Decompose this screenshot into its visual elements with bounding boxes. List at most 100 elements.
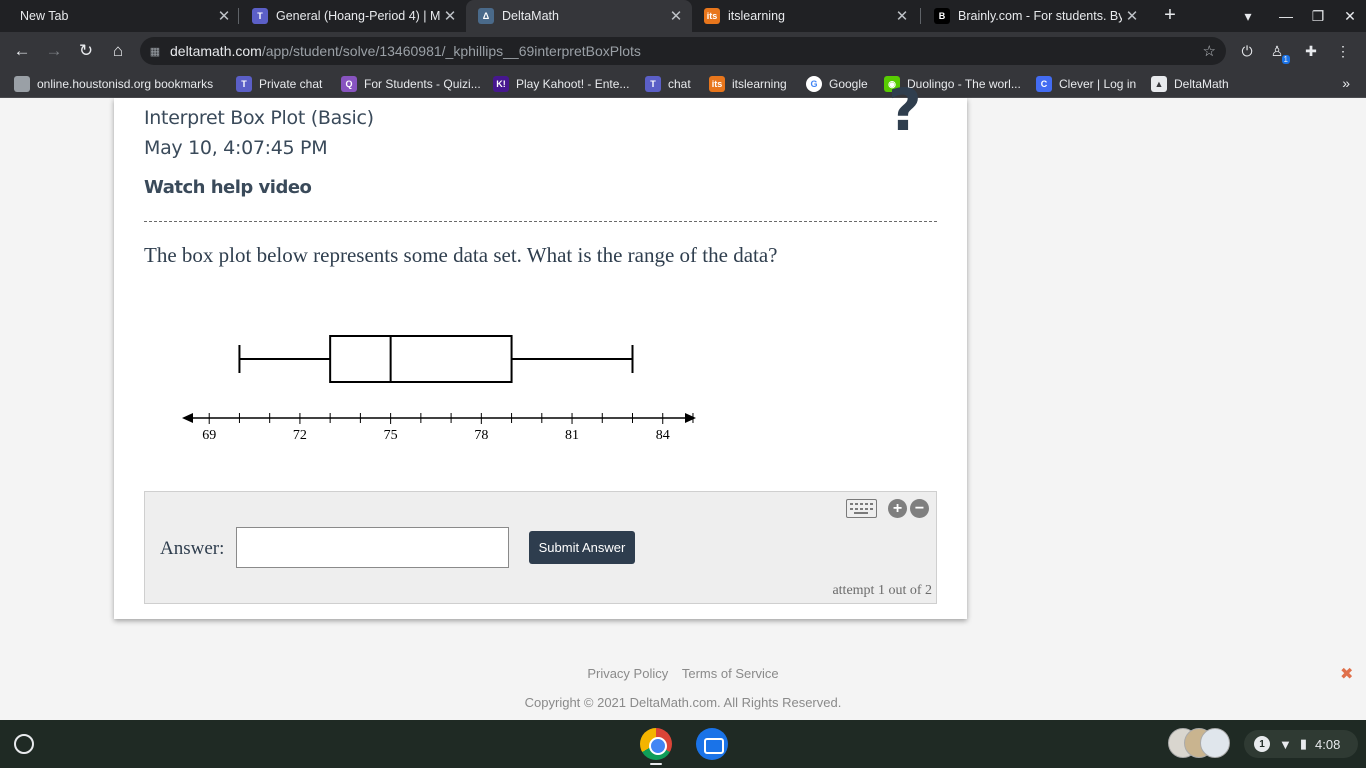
watch-help-video-link[interactable]: Watch help video [144,177,312,198]
url-host: deltamath.com [170,43,262,59]
bookmark-star-icon[interactable]: ☆ [1203,42,1216,60]
answer-input[interactable] [236,527,509,568]
help-question-mark-icon[interactable]: ? [888,76,922,144]
google-icon: G [806,76,822,92]
extensions-puzzle-icon[interactable]: ✚ [1300,40,1322,62]
back-icon[interactable]: ← [8,37,36,65]
menu-kebab-icon[interactable]: ⋮ [1332,40,1354,62]
close-tab-icon[interactable]: ✕ [214,7,234,25]
tick-label: 78 [474,428,488,443]
answer-label: Answer: [160,538,225,559]
zoom-out-icon[interactable]: − [910,499,929,518]
bookmark-item[interactable]: Tchat [645,75,691,93]
reload-icon[interactable]: ↻ [72,37,100,65]
bookmark-label: online.houstonisd.org bookmarks [37,77,214,91]
problem-timestamp: May 10, 4:07:45 PM [144,137,328,159]
question-text: The box plot below represents some data … [144,243,778,267]
camera-app-icon[interactable] [696,728,728,760]
answer-panel: + − Answer: Submit Answer attempt 1 out … [144,491,937,604]
launcher-icon[interactable] [14,734,34,754]
folder-icon [14,76,30,92]
tab-title: itslearning [728,9,785,23]
deltamath-icon: Δ [478,8,494,24]
bookmark-item[interactable]: ▲ DeltaMath [1151,75,1229,93]
chrome-app-icon[interactable] [640,728,672,760]
restore-icon[interactable]: ❐ [1302,0,1334,32]
problem-card: Interpret Box Plot (Basic) May 10, 4:07:… [114,76,967,619]
tick-label: 84 [656,428,670,443]
bookmark-label: itslearning [732,77,787,91]
teams-icon: T [236,76,252,92]
close-tab-icon[interactable]: ✕ [666,7,686,25]
bookmark-label: chat [668,77,691,91]
extension-badge: 1 [1281,55,1290,64]
close-tab-icon[interactable]: ✕ [892,7,912,25]
notification-count: 1 [1254,736,1270,752]
tab-itslearning[interactable]: its itslearning ✕ [692,0,918,32]
tab-title: General (Hoang-Period 4) | Mic [276,9,440,23]
bookmark-item[interactable]: Q For Students - Quizi... [341,75,481,93]
close-footer-icon[interactable]: ✖ [1340,664,1353,684]
tick-label: 69 [202,428,216,443]
status-tray[interactable]: 1 ▼ ▮ 4:08 [1244,730,1358,758]
running-indicator [650,763,662,765]
bookmark-label: Duolingo - The worl... [907,77,1021,91]
address-bar[interactable]: ▦ deltamath.com/app/student/solve/134609… [140,37,1226,65]
close-tab-icon[interactable]: ✕ [1122,7,1142,25]
bookmark-item[interactable]: T Private chat [236,75,322,93]
system-shelf: 1 ▼ ▮ 4:08 [0,720,1366,768]
itslearning-icon: its [704,8,720,24]
problem-title: Interpret Box Plot (Basic) [144,107,374,129]
tab-title: DeltaMath [502,9,559,23]
page-content: Interpret Box Plot (Basic) May 10, 4:07:… [0,76,1366,720]
bookmark-label: For Students - Quizi... [364,77,481,91]
submit-answer-button[interactable]: Submit Answer [529,531,635,564]
bookmark-label: Google [829,77,868,91]
bookmark-item[interactable]: online.houstonisd.org bookmarks [14,75,213,93]
forward-icon[interactable]: → [40,37,68,65]
number-line-right-arrow [685,413,696,423]
close-tab-icon[interactable]: ✕ [440,7,460,25]
deltamath-icon: ▲ [1151,76,1167,92]
teams-icon: T [645,76,661,92]
quizizz-icon: Q [341,76,357,92]
site-info-icon[interactable]: ▦ [140,45,170,58]
divider [144,221,937,222]
browser-toolbar: ← → ↻ ⌂ ▦ deltamath.com/app/student/solv… [0,32,1366,70]
number-line-left-arrow [182,413,193,423]
terms-of-service-link[interactable]: Terms of Service [682,666,779,681]
bookmarks-overflow-icon[interactable]: » [1342,75,1350,91]
minimize-icon[interactable]: — [1270,0,1302,32]
tick-label: 81 [565,428,579,443]
bookmarks-bar: online.houstonisd.org bookmarks T Private… [0,70,1366,98]
keyboard-icon[interactable] [846,499,877,518]
tick-label: 72 [293,428,307,443]
close-window-icon[interactable]: ✕ [1334,0,1366,32]
bookmark-item[interactable]: G Google [806,75,868,93]
bookmark-item[interactable]: its itslearning [709,75,787,93]
bookmark-item[interactable]: K! Play Kahoot! - Ente... [493,75,629,93]
teams-icon: T [252,8,268,24]
tab-brainly[interactable]: B Brainly.com - For students. By ✕ [922,0,1148,32]
holding-space-thumbnail[interactable] [1200,728,1230,758]
zoom-in-icon[interactable]: + [888,499,907,518]
bookmark-label: DeltaMath [1174,77,1229,91]
bookmark-item[interactable]: C Clever | Log in [1036,75,1136,93]
tab-deltamath[interactable]: Δ DeltaMath ✕ [466,0,692,32]
tab-new-tab[interactable]: New Tab ✕ [8,0,240,32]
new-tab-button[interactable]: + [1158,4,1182,28]
privacy-policy-link[interactable]: Privacy Policy [587,666,668,681]
attempt-counter: attempt 1 out of 2 [832,583,932,598]
bookmark-label: Clever | Log in [1059,77,1137,91]
home-icon[interactable]: ⌂ [104,37,132,65]
power-extension-icon[interactable]: ⏻ [1236,40,1258,62]
extension-icon[interactable]: ♙ 1 [1266,40,1290,64]
url-path: /app/student/solve/13460981/_kphillips__… [261,43,641,59]
brainly-icon: B [934,8,950,24]
itslearning-icon: its [709,76,725,92]
wifi-icon: ▼ [1279,736,1292,752]
tab-teams[interactable]: T General (Hoang-Period 4) | Mic ✕ [240,0,466,32]
bookmark-label: Private chat [259,77,323,91]
kahoot-icon: K! [493,76,509,92]
tab-search-icon[interactable]: ▾ [1232,0,1264,32]
